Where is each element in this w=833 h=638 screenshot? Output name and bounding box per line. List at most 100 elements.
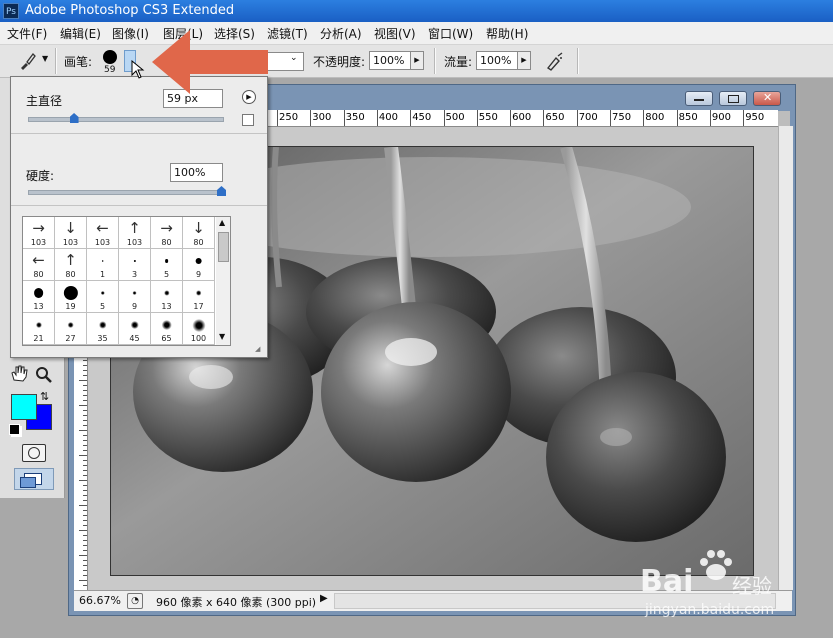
brush-size-label: 13 [33, 302, 44, 311]
soft-brush-tip-icon [130, 320, 139, 330]
zoom-level[interactable]: 66.67% [79, 594, 121, 607]
brush-size-label: 45 [129, 334, 140, 343]
ruler-tick-label: 450 [412, 112, 432, 123]
ruler-tick-label: 700 [578, 112, 598, 123]
watermark-brand: Bai [640, 564, 694, 599]
brush-size-label: 80 [161, 238, 172, 247]
brush-preset-soft-100[interactable]: 100 [183, 313, 215, 345]
brush-preset-arrow-103[interactable]: → 103 [23, 217, 55, 249]
brush-preset-arrow-80[interactable]: ↓ 80 [183, 217, 215, 249]
brush-size-label: 19 [65, 302, 76, 311]
brush-preset-hard-1[interactable]: 1 [87, 249, 119, 281]
brush-preset-soft-17[interactable]: 17 [183, 281, 215, 313]
brush-preset-hard-13[interactable]: 13 [23, 281, 55, 313]
options-bar: ▼ 画笔: 59 ⌄ 不透明度: 100% ▶ 流量: 100% ▶ [0, 45, 833, 78]
default-colors-icon[interactable] [9, 424, 20, 435]
arrow-brush-icon: ← [96, 219, 109, 237]
ruler-tick-label: 650 [545, 112, 565, 123]
menu-bar: 文件(F) 编辑(E) 图像(I) 图层(L) 选择(S) 滤镜(T) 分析(A… [0, 22, 833, 45]
brush-preset-arrow-80[interactable]: ← 80 [23, 249, 55, 281]
hard-brush-tip-icon [164, 259, 169, 263]
soft-brush-tip-icon [192, 318, 205, 332]
menu-image[interactable]: 图像(I) [112, 25, 149, 42]
swap-colors-icon[interactable]: ⇅ [40, 390, 49, 403]
master-diameter-slider-thumb[interactable] [69, 113, 79, 123]
menu-file[interactable]: 文件(F) [7, 25, 47, 42]
brush-preset-soft-9[interactable]: 9 [119, 281, 151, 313]
brush-size-label: 35 [97, 334, 108, 343]
brush-preview-dot[interactable] [103, 50, 117, 64]
brush-tool-preset-icon[interactable] [18, 51, 38, 71]
brush-preset-soft-65[interactable]: 65 [151, 313, 183, 345]
brush-preset-hard-19[interactable]: 19 [55, 281, 87, 313]
ruler-tick-label: 300 [312, 112, 332, 123]
brush-preset-arrow-103[interactable]: ↑ 103 [119, 217, 151, 249]
brush-preset-soft-27[interactable]: 27 [55, 313, 87, 345]
brush-size-label: 80 [65, 270, 76, 279]
brush-preset-arrow-80[interactable]: → 80 [151, 217, 183, 249]
status-arrow-icon[interactable]: ▶ [320, 593, 328, 604]
master-diameter-label: 主直径 [26, 94, 63, 108]
status-menu-icon[interactable]: ◔ [127, 593, 143, 609]
brush-size-label: 17 [193, 302, 204, 311]
brush-preset-soft-35[interactable]: 35 [87, 313, 119, 345]
scroll-up-icon[interactable]: ▲ [219, 218, 225, 227]
quick-mask-icon[interactable] [22, 444, 46, 462]
scroll-down-icon[interactable]: ▼ [219, 332, 225, 341]
brush-preset-hard-5[interactable]: 5 [151, 249, 183, 281]
opacity-slider-button[interactable]: ▶ [410, 51, 424, 70]
vertical-scrollbar[interactable] [778, 126, 793, 590]
arrow-brush-icon: ↓ [64, 219, 77, 237]
resize-grip-icon[interactable]: ◢ [255, 345, 263, 353]
brush-size-label: 13 [161, 302, 172, 311]
maximize-button[interactable] [719, 91, 747, 106]
app-title: Adobe Photoshop CS3 Extended [25, 3, 235, 18]
brush-size-label: 103 [94, 238, 111, 247]
ruler-tick-label: 800 [645, 112, 665, 123]
brush-preset-arrow-103[interactable]: ↓ 103 [55, 217, 87, 249]
soft-brush-tip-icon [163, 290, 170, 296]
zoom-icon[interactable] [34, 365, 54, 385]
hardness-label: 硬度: [26, 169, 55, 183]
foreground-color-swatch[interactable] [11, 394, 37, 420]
screen-mode-icon[interactable] [14, 468, 54, 490]
brush-preset-hard-3[interactable]: 3 [119, 249, 151, 281]
close-button[interactable]: ✕ [753, 91, 781, 106]
flow-slider-button[interactable]: ▶ [517, 51, 531, 70]
brush-preset-hard-9[interactable]: 9 [183, 249, 215, 281]
hardness-slider[interactable] [28, 190, 224, 195]
save-brush-icon[interactable] [242, 114, 254, 126]
brush-preset-soft-5[interactable]: 5 [87, 281, 119, 313]
menu-filter[interactable]: 滤镜(T) [267, 25, 308, 42]
hand-icon[interactable] [8, 364, 30, 384]
flow-input[interactable]: 100% [476, 51, 518, 70]
opacity-label: 不透明度: [313, 55, 366, 69]
brush-preset-soft-21[interactable]: 21 [23, 313, 55, 345]
brush-preset-soft-13[interactable]: 13 [151, 281, 183, 313]
brush-preset-arrow-103[interactable]: ← 103 [87, 217, 119, 249]
mouse-cursor-icon [131, 59, 145, 80]
opacity-input[interactable]: 100% [369, 51, 411, 70]
tool-preset-dropdown-icon[interactable]: ▼ [42, 54, 48, 63]
baidu-jingyan-watermark: Bai 经验 jingyan.baidu.com [640, 548, 820, 628]
hardness-input[interactable]: 100% [170, 163, 223, 182]
ruler-tick-label: 500 [445, 112, 465, 123]
menu-analysis[interactable]: 分析(A) [320, 25, 362, 42]
menu-view[interactable]: 视图(V) [374, 25, 416, 42]
preset-grid-scrollbar[interactable]: ▲ ▼ [216, 216, 231, 346]
ruler-tick-label: 750 [612, 112, 632, 123]
hardness-slider-thumb[interactable] [217, 186, 226, 196]
watermark-domain: jingyan.baidu.com [645, 602, 775, 618]
menu-window[interactable]: 窗口(W) [428, 25, 473, 42]
minimize-button[interactable] [685, 91, 713, 106]
brush-size-label: 65 [161, 334, 172, 343]
ruler-tick-label: 350 [345, 112, 365, 123]
master-diameter-slider[interactable] [28, 117, 224, 122]
ruler-tick-label: 900 [711, 112, 731, 123]
brush-preset-soft-45[interactable]: 45 [119, 313, 151, 345]
airbrush-icon[interactable] [544, 50, 566, 72]
scroll-thumb[interactable] [218, 232, 229, 262]
menu-edit[interactable]: 编辑(E) [60, 25, 101, 42]
brush-preset-arrow-80[interactable]: ↑ 80 [55, 249, 87, 281]
menu-help[interactable]: 帮助(H) [486, 25, 528, 42]
